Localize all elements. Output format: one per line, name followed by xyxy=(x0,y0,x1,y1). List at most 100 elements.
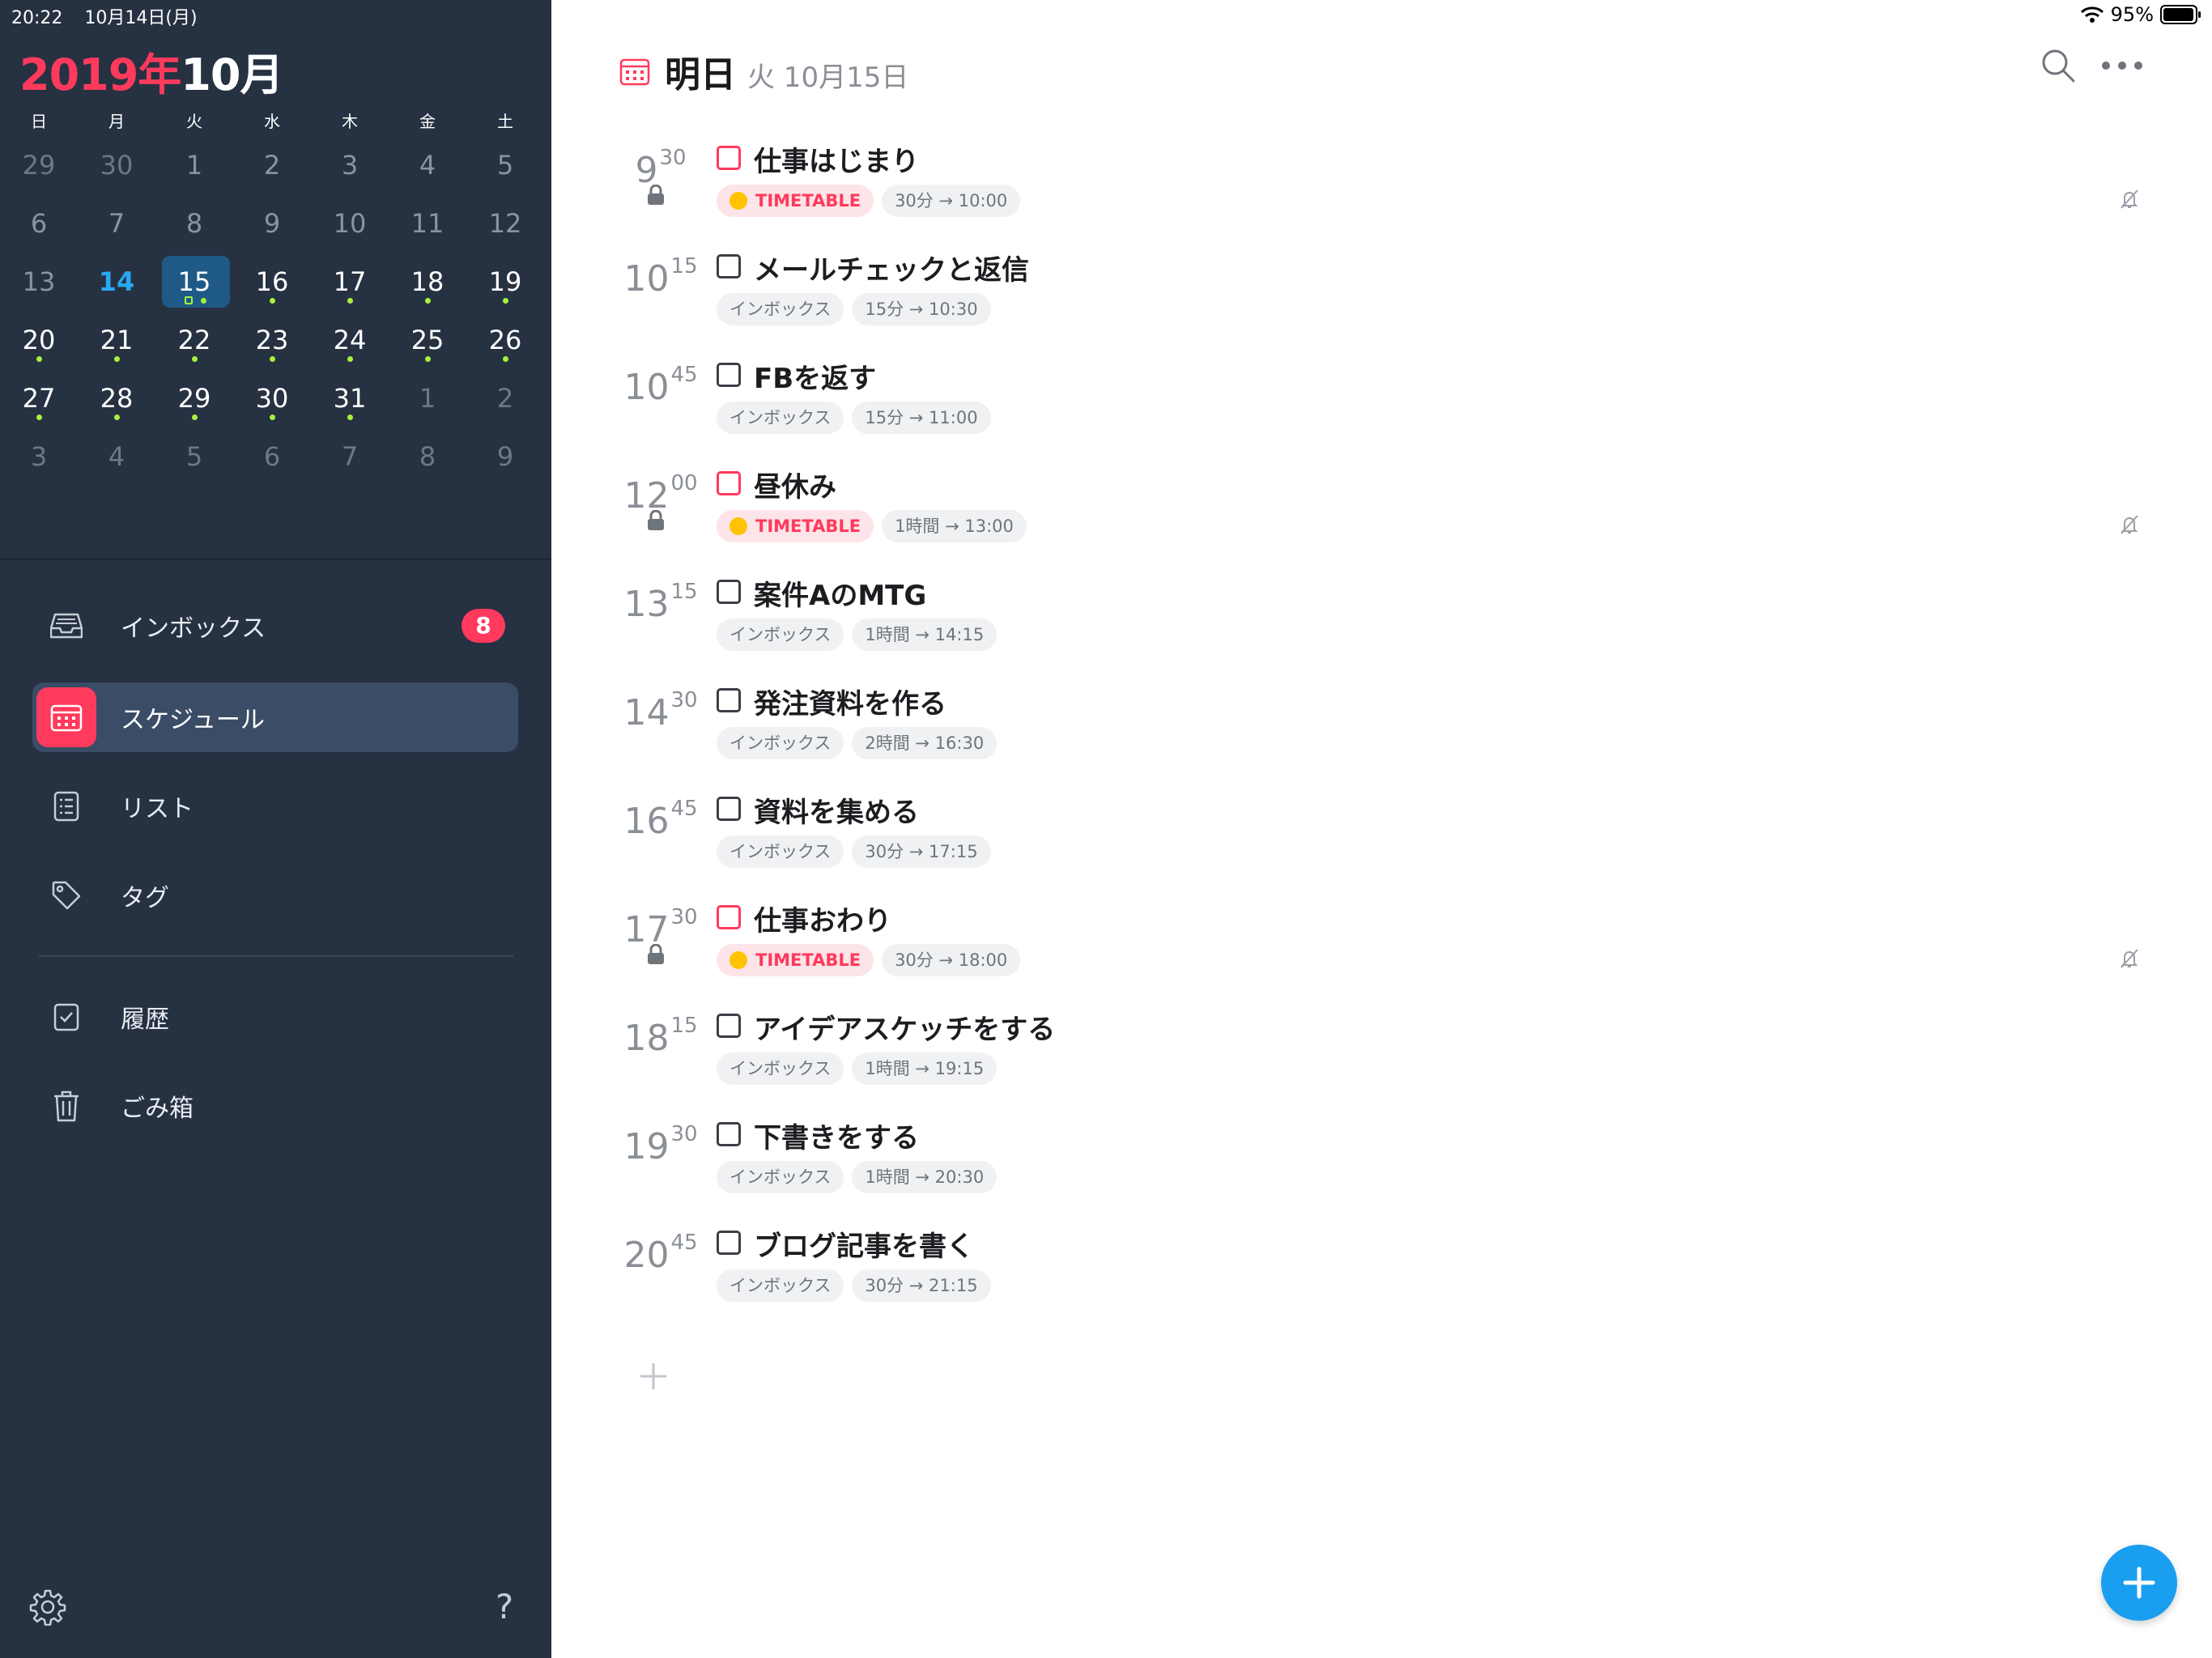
calendar-day[interactable]: 12 xyxy=(466,194,544,253)
task-row[interactable]: 1930 下書きをする インボックス 1時間 → 20:30 xyxy=(551,1098,2212,1206)
bell-muted-icon[interactable] xyxy=(2119,188,2140,210)
calendar-day[interactable]: 8 xyxy=(389,427,466,486)
task-duration[interactable]: 1時間 → 19:15 xyxy=(852,1052,998,1085)
calendar-day[interactable]: 2 xyxy=(233,136,311,194)
inbox-tag[interactable]: インボックス xyxy=(717,1052,844,1085)
task-checkbox[interactable] xyxy=(717,471,741,495)
calendar-day[interactable]: 20 xyxy=(0,311,78,369)
calendar-day[interactable]: 1 xyxy=(155,136,233,194)
task-duration[interactable]: 30分 → 21:15 xyxy=(852,1269,991,1302)
calendar-day[interactable]: 10 xyxy=(311,194,389,253)
calendar-day[interactable]: 27 xyxy=(0,369,78,427)
calendar-day[interactable]: 4 xyxy=(389,136,466,194)
calendar-day[interactable]: 25 xyxy=(389,311,466,369)
task-row[interactable]: 1200 昼休み TIMETABLE 1時間 → 13:00 xyxy=(551,447,2212,555)
calendar-day[interactable]: 22 xyxy=(155,311,233,369)
task-checkbox[interactable] xyxy=(717,797,741,821)
help-button[interactable]: ? xyxy=(484,1587,525,1627)
task-duration[interactable]: 1時間 → 14:15 xyxy=(852,619,998,651)
calendar-day[interactable]: 7 xyxy=(78,194,155,253)
calendar-day[interactable]: 11 xyxy=(389,194,466,253)
inbox-tag[interactable]: インボックス xyxy=(717,293,844,325)
calendar-month-title[interactable]: 2019年10月 xyxy=(19,39,283,103)
sidebar-item-schedule[interactable]: スケジュール xyxy=(32,682,518,752)
calendar-day[interactable]: 21 xyxy=(78,311,155,369)
timetable-tag[interactable]: TIMETABLE xyxy=(717,185,874,217)
sidebar-item-inbox[interactable]: インボックス 8 xyxy=(32,591,518,661)
calendar-day[interactable]: 14 xyxy=(78,253,155,311)
timetable-tag[interactable]: TIMETABLE xyxy=(717,944,874,976)
task-row[interactable]: 1730 仕事おわり TIMETABLE 30分 → 18:00 xyxy=(551,881,2212,989)
calendar-day[interactable]: 1 xyxy=(389,369,466,427)
task-duration[interactable]: 1時間 → 20:30 xyxy=(852,1161,998,1193)
calendar-day[interactable]: 6 xyxy=(0,194,78,253)
calendar-day[interactable]: 7 xyxy=(311,427,389,486)
bell-muted-icon[interactable] xyxy=(2119,947,2140,970)
sidebar-item-list[interactable]: リスト xyxy=(32,772,518,841)
task-duration[interactable]: 1時間 → 13:00 xyxy=(882,510,1027,542)
settings-button[interactable] xyxy=(29,1588,70,1629)
task-row[interactable]: 2045 ブログ記事を書く インボックス 30分 → 21:15 xyxy=(551,1206,2212,1315)
calendar-day[interactable]: 31 xyxy=(311,369,389,427)
calendar-day[interactable]: 4 xyxy=(78,427,155,486)
add-task-button[interactable] xyxy=(637,1360,670,1392)
calendar-day[interactable]: 18 xyxy=(389,253,466,311)
task-row[interactable]: 1015 メールチェックと返信 インボックス 15分 → 10:30 xyxy=(551,230,2212,338)
calendar-day[interactable]: 5 xyxy=(466,136,544,194)
inbox-tag[interactable]: インボックス xyxy=(717,619,844,651)
sidebar-item-history[interactable]: 履歴 xyxy=(32,982,518,1052)
task-row[interactable]: 1430 発注資料を作る インボックス 2時間 → 16:30 xyxy=(551,664,2212,772)
inbox-tag[interactable]: インボックス xyxy=(717,727,844,759)
calendar-day[interactable]: 3 xyxy=(311,136,389,194)
task-row[interactable]: 1045 FBを返す インボックス 15分 → 11:00 xyxy=(551,338,2212,447)
calendar-day[interactable]: 26 xyxy=(466,311,544,369)
calendar-day[interactable]: 30 xyxy=(78,136,155,194)
sidebar-item-tags[interactable]: タグ xyxy=(32,861,518,930)
calendar-day[interactable]: 17 xyxy=(311,253,389,311)
task-duration[interactable]: 15分 → 10:30 xyxy=(852,293,991,325)
task-checkbox[interactable] xyxy=(717,1122,741,1146)
task-checkbox[interactable] xyxy=(717,688,741,712)
sidebar-item-trash[interactable]: ごみ箱 xyxy=(32,1071,518,1141)
inbox-tag[interactable]: インボックス xyxy=(717,835,844,868)
calendar-day[interactable]: 8 xyxy=(155,194,233,253)
task-checkbox[interactable] xyxy=(717,363,741,387)
calendar-day[interactable]: 6 xyxy=(233,427,311,486)
task-row[interactable]: 930 仕事はじまり TIMETABLE 30分 → 10:00 xyxy=(551,121,2212,230)
search-button[interactable] xyxy=(2040,47,2078,86)
calendar-day[interactable]: 15 xyxy=(155,253,233,311)
task-checkbox[interactable] xyxy=(717,1014,741,1038)
calendar-day[interactable]: 9 xyxy=(233,194,311,253)
task-duration[interactable]: 30分 → 10:00 xyxy=(882,185,1021,217)
task-checkbox[interactable] xyxy=(717,905,741,929)
timetable-tag[interactable]: TIMETABLE xyxy=(717,510,874,542)
new-task-fab[interactable] xyxy=(2101,1545,2177,1621)
task-duration[interactable]: 30分 → 17:15 xyxy=(852,835,991,868)
calendar-day[interactable]: 30 xyxy=(233,369,311,427)
task-checkbox[interactable] xyxy=(717,254,741,278)
task-duration[interactable]: 15分 → 11:00 xyxy=(852,402,991,434)
calendar-day[interactable]: 3 xyxy=(0,427,78,486)
bell-muted-icon[interactable] xyxy=(2119,513,2140,536)
calendar-day[interactable]: 9 xyxy=(466,427,544,486)
calendar-day[interactable]: 28 xyxy=(78,369,155,427)
task-checkbox[interactable] xyxy=(717,580,741,604)
inbox-tag[interactable]: インボックス xyxy=(717,1269,844,1302)
calendar-day[interactable]: 5 xyxy=(155,427,233,486)
calendar-day[interactable]: 19 xyxy=(466,253,544,311)
calendar-day[interactable]: 13 xyxy=(0,253,78,311)
inbox-tag[interactable]: インボックス xyxy=(717,402,844,434)
task-checkbox[interactable] xyxy=(717,1231,741,1255)
calendar-day[interactable]: 16 xyxy=(233,253,311,311)
task-row[interactable]: 1645 資料を集める インボックス 30分 → 17:15 xyxy=(551,772,2212,881)
task-row[interactable]: 1315 案件AのMTG インボックス 1時間 → 14:15 xyxy=(551,555,2212,664)
task-duration[interactable]: 2時間 → 16:30 xyxy=(852,727,998,759)
calendar-day[interactable]: 23 xyxy=(233,311,311,369)
calendar-day[interactable]: 29 xyxy=(0,136,78,194)
calendar-day[interactable]: 24 xyxy=(311,311,389,369)
task-duration[interactable]: 30分 → 18:00 xyxy=(882,944,1021,976)
calendar-day[interactable]: 2 xyxy=(466,369,544,427)
more-options-button[interactable] xyxy=(2099,47,2148,86)
task-row[interactable]: 1815 アイデアスケッチをする インボックス 1時間 → 19:15 xyxy=(551,989,2212,1098)
calendar-day[interactable]: 29 xyxy=(155,369,233,427)
